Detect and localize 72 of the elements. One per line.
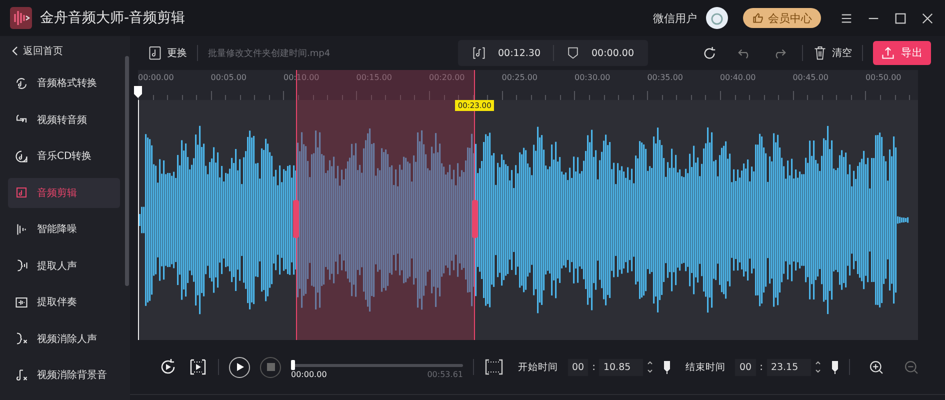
ruler-label: 00:05.00: [210, 73, 247, 82]
sidebar-item[interactable]: 视频消除背景音: [8, 360, 120, 390]
back-home-link[interactable]: 返回首页: [23, 44, 63, 58]
end-minutes-field[interactable]: 00: [735, 358, 756, 376]
spinner-icon[interactable]: [814, 360, 821, 374]
end-time-label: 结束时间: [685, 360, 726, 374]
sidebar-item[interactable]: 提取伴奏: [8, 287, 120, 317]
pin-icon[interactable]: [830, 360, 839, 374]
ruler-label: 00:35.00: [647, 73, 683, 82]
play-selection-icon[interactable]: [188, 357, 208, 377]
zoom-out-icon[interactable]: [902, 358, 920, 376]
bracketed-note-icon: [472, 46, 486, 60]
disc-note-icon: [14, 148, 29, 164]
current-time: 00:00.00: [291, 370, 327, 378]
shield-icon: [566, 46, 580, 60]
spinner-icon[interactable]: [647, 360, 654, 374]
sidebar-item[interactable]: 音乐CD转换: [8, 141, 120, 171]
vip-center-button[interactable]: 会员中心: [743, 8, 821, 28]
fade-time: 00:00.00: [592, 48, 634, 58]
sidebar-item[interactable]: 提取人声: [8, 250, 120, 280]
ruler-label: 00:30.00: [574, 73, 610, 82]
start-time-label: 开始时间: [518, 360, 558, 374]
dotted-bracket-icon: [484, 357, 504, 377]
total-time: 00:53.61: [427, 370, 463, 378]
user-name: 微信用户: [653, 10, 697, 26]
window-title: 金舟音频大师-音频剪辑: [40, 9, 186, 27]
clear-button[interactable]: 清空: [813, 46, 852, 60]
progress-thumb[interactable]: [291, 360, 295, 370]
file-name: 批量修改文件夹创建时间.mp4: [208, 48, 332, 60]
sidebar-item[interactable]: 视频消除人声: [8, 324, 120, 354]
play-icon: [234, 362, 244, 372]
reset-icon[interactable]: [702, 46, 717, 60]
start-seconds-field[interactable]: 10.85: [599, 358, 644, 376]
avatar-icon: [705, 6, 729, 30]
ruler-label: 00:25.00: [502, 73, 538, 82]
sidebar-item[interactable]: 音频剪辑: [8, 178, 120, 208]
ruler-label: 00:50.00: [865, 73, 902, 82]
end-seconds-field[interactable]: 23.15: [766, 358, 811, 376]
sidebar-item[interactable]: 音频格式转换: [8, 68, 120, 98]
ruler-label: 00:00.00: [138, 73, 174, 82]
ruler-label: 00:40.00: [720, 73, 756, 82]
play-button[interactable]: [229, 356, 250, 378]
note-cross-icon: [14, 368, 29, 382]
ruler-label: 00:15.00: [356, 73, 392, 82]
pin-icon[interactable]: [663, 360, 672, 374]
selection-start-handle[interactable]: [292, 200, 299, 238]
close-icon[interactable]: [921, 12, 934, 24]
chevron-left-icon[interactable]: [12, 46, 18, 56]
upload-icon: [881, 46, 895, 60]
playhead-handle[interactable]: [134, 86, 142, 98]
ruler-label: 00:20.00: [428, 73, 465, 82]
zoom-in-icon[interactable]: [868, 358, 885, 376]
trash-icon: [813, 46, 827, 60]
start-minutes-field[interactable]: 00: [568, 358, 588, 376]
app-logo-icon: [10, 7, 32, 29]
sound-bars-icon: [14, 222, 29, 236]
export-button[interactable]: 导出: [873, 41, 931, 65]
note-file-icon: [148, 46, 162, 60]
framed-wave-icon: [14, 294, 29, 310]
colon: :: [592, 362, 596, 372]
colon: :: [760, 362, 763, 372]
replace-button[interactable]: 更换: [148, 46, 187, 60]
framed-note-icon: [14, 185, 29, 200]
sidebar-item[interactable]: 视频转音频: [8, 104, 120, 134]
circular-arrows-note-icon: [14, 76, 29, 90]
menu-icon[interactable]: [840, 12, 853, 24]
thumbs-up-icon: [752, 12, 764, 24]
stop-button[interactable]: [260, 356, 281, 378]
ruler-label: 00:45.00: [792, 73, 828, 82]
sidebar-item[interactable]: 智能降噪: [8, 214, 120, 244]
maximize-icon[interactable]: [894, 12, 907, 24]
selection-length: 00:12.30: [498, 48, 540, 58]
